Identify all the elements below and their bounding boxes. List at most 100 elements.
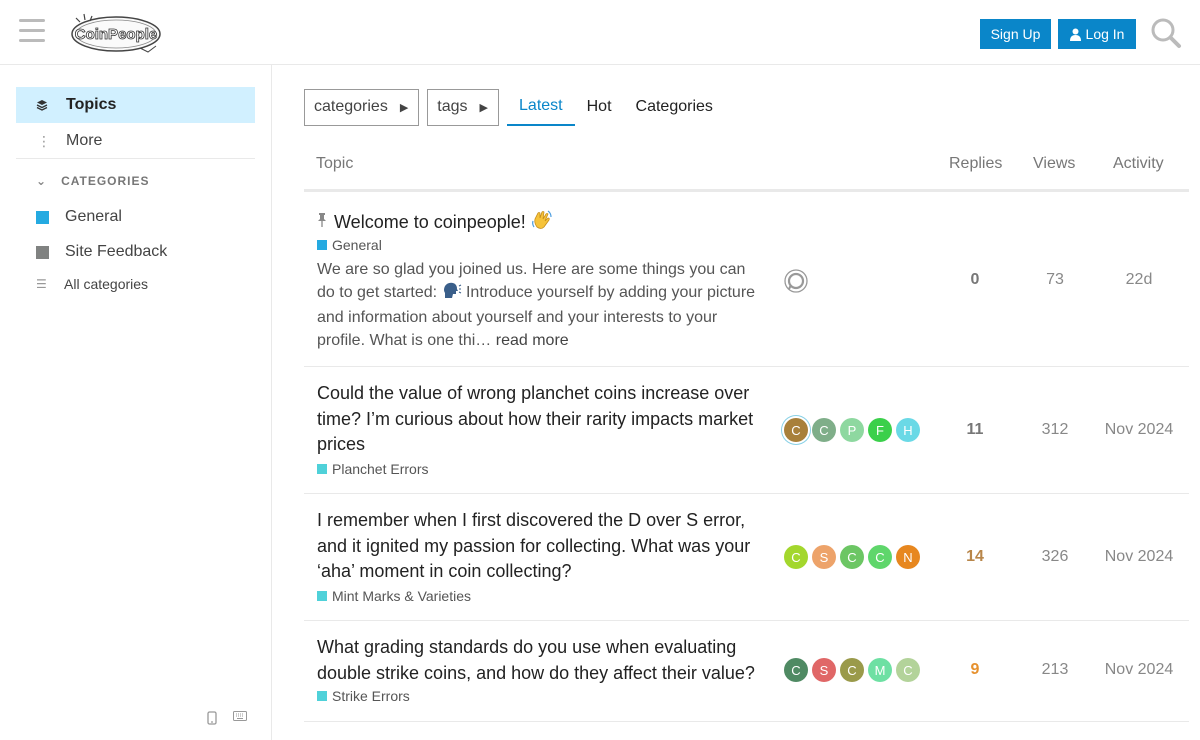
column-header-activity[interactable]: Activity <box>1113 155 1164 173</box>
speaking-head-icon <box>442 282 462 308</box>
hamburger-menu-icon[interactable] <box>19 19 45 45</box>
category-color-square <box>36 210 49 224</box>
view-count: 326 <box>1041 548 1069 565</box>
poster-avatars <box>784 269 808 293</box>
site-logo[interactable]: CoinPeople <box>70 12 164 54</box>
mobile-view-icon[interactable] <box>207 711 217 725</box>
category-name: Planchet Errors <box>332 461 429 477</box>
waving-hand-icon <box>531 209 553 239</box>
topic-title-text: Welcome to coinpeople! <box>334 212 526 232</box>
categories-dropdown-label: categories <box>314 98 388 115</box>
view-count: 213 <box>1041 661 1069 678</box>
avatar[interactable]: C <box>840 658 864 682</box>
system-avatar-icon[interactable] <box>784 269 808 293</box>
reply-count[interactable]: 14 <box>940 548 1010 566</box>
read-more-link[interactable]: read more <box>496 332 569 349</box>
categories-section-toggle[interactable]: ⌄ CATEGORIES <box>36 174 150 188</box>
column-header-views[interactable]: Views <box>1033 155 1075 173</box>
tags-dropdown-label: tags <box>437 98 468 115</box>
avatar[interactable]: N <box>896 545 920 569</box>
table-row[interactable]: I remember when I first discovered the D… <box>304 494 1189 621</box>
avatar[interactable]: C <box>812 418 836 442</box>
avatar[interactable]: S <box>812 658 836 682</box>
tab-latest[interactable]: Latest <box>507 89 575 126</box>
table-row[interactable]: Could the value of wrong planchet coins … <box>304 367 1189 494</box>
avatar[interactable]: C <box>784 545 808 569</box>
caret-right-icon: ▶ <box>479 101 489 114</box>
site-header: CoinPeople Sign Up Log In <box>0 0 1200 65</box>
poster-avatars: C S C C N <box>784 545 920 569</box>
topic-title[interactable]: What grading standards do you use when e… <box>317 635 772 686</box>
reply-count[interactable]: 0 <box>940 271 1010 289</box>
avatar[interactable]: C <box>784 658 808 682</box>
sidebar-item-label: Site Feedback <box>65 243 168 260</box>
table-row[interactable]: What grading standards do you use when e… <box>304 621 1189 722</box>
avatar[interactable]: F <box>868 418 892 442</box>
chevron-down-icon: ⌄ <box>36 174 48 188</box>
navigation-bar: categories ▶ tags ▶ Latest Hot Categorie… <box>304 88 725 126</box>
topic-title[interactable]: Could the value of wrong planchet coins … <box>317 381 772 458</box>
last-activity[interactable]: 22d <box>1094 271 1184 289</box>
sidebar-footer-icons <box>207 711 247 725</box>
topic-category-badge[interactable]: General <box>317 237 382 253</box>
column-header-topic[interactable]: Topic <box>316 155 353 173</box>
avatar[interactable]: P <box>840 418 864 442</box>
avatar[interactable]: M <box>868 658 892 682</box>
sidebar-item-site-feedback[interactable]: Site Feedback <box>36 241 167 263</box>
reply-count[interactable]: 9 <box>940 661 1010 679</box>
topic-category-badge[interactable]: Planchet Errors <box>317 461 428 477</box>
category-name: General <box>332 237 382 253</box>
categories-dropdown[interactable]: categories ▶ <box>304 88 420 126</box>
log-in-button[interactable]: Log In <box>1058 19 1136 49</box>
category-color-square <box>36 245 49 259</box>
category-color-square <box>317 240 327 250</box>
pin-icon <box>317 209 329 235</box>
search-icon[interactable] <box>1150 17 1182 49</box>
tab-hot[interactable]: Hot <box>575 89 624 126</box>
vertical-ellipsis-icon: ⋮ <box>37 132 51 149</box>
topic-excerpt: We are so glad you joined us. Here are s… <box>317 259 757 352</box>
topic-title[interactable]: Welcome to coinpeople! <box>317 209 772 239</box>
sidebar-item-general[interactable]: General <box>36 206 122 228</box>
category-color-square <box>317 691 327 701</box>
sidebar-item-all-categories[interactable]: ☰ All categories <box>36 276 148 292</box>
avatar[interactable]: S <box>812 545 836 569</box>
view-count: 73 <box>1046 271 1064 288</box>
sidebar-item-label: General <box>65 208 122 225</box>
sidebar-item-label: Topics <box>66 96 117 113</box>
category-color-square <box>317 591 327 601</box>
tab-categories[interactable]: Categories <box>624 89 725 126</box>
last-activity[interactable]: Nov 2024 <box>1094 421 1184 439</box>
logo-text: CoinPeople <box>75 26 158 43</box>
column-header-replies[interactable]: Replies <box>949 155 1002 173</box>
categories-heading: CATEGORIES <box>61 174 150 188</box>
sidebar-item-topics[interactable]: Topics <box>16 87 255 123</box>
reply-count[interactable]: 11 <box>940 421 1010 439</box>
topic-category-badge[interactable]: Mint Marks & Varieties <box>317 588 471 604</box>
topic-category-badge[interactable]: Strike Errors <box>317 688 410 704</box>
poster-avatars: C S C M C <box>784 658 920 682</box>
avatar[interactable]: C <box>896 658 920 682</box>
category-color-square <box>317 464 327 474</box>
avatar[interactable]: H <box>896 418 920 442</box>
sign-up-button[interactable]: Sign Up <box>980 19 1051 49</box>
avatar[interactable]: C <box>868 545 892 569</box>
sidebar-item-label: More <box>66 132 103 149</box>
log-in-label: Log In <box>1085 26 1125 42</box>
sidebar-item-more[interactable]: ⋮ More <box>16 125 255 157</box>
tags-dropdown[interactable]: tags ▶ <box>427 88 500 126</box>
topic-title[interactable]: I remember when I first discovered the D… <box>317 508 772 585</box>
last-activity[interactable]: Nov 2024 <box>1094 548 1184 566</box>
caret-right-icon: ▶ <box>399 101 409 114</box>
view-count: 312 <box>1041 421 1069 438</box>
keyboard-icon[interactable] <box>233 711 247 721</box>
last-activity[interactable]: Nov 2024 <box>1094 661 1184 679</box>
category-name: Strike Errors <box>332 688 410 704</box>
table-row[interactable]: Welcome to coinpeople! General We are so… <box>304 195 1189 367</box>
category-name: Mint Marks & Varieties <box>332 588 471 604</box>
avatar[interactable]: C <box>840 545 864 569</box>
sidebar: Topics ⋮ More ⌄ CATEGORIES General Site … <box>0 65 272 740</box>
table-header: Topic Replies Views Activity <box>304 152 1189 192</box>
user-icon <box>1069 28 1081 41</box>
avatar[interactable]: C <box>784 418 808 442</box>
